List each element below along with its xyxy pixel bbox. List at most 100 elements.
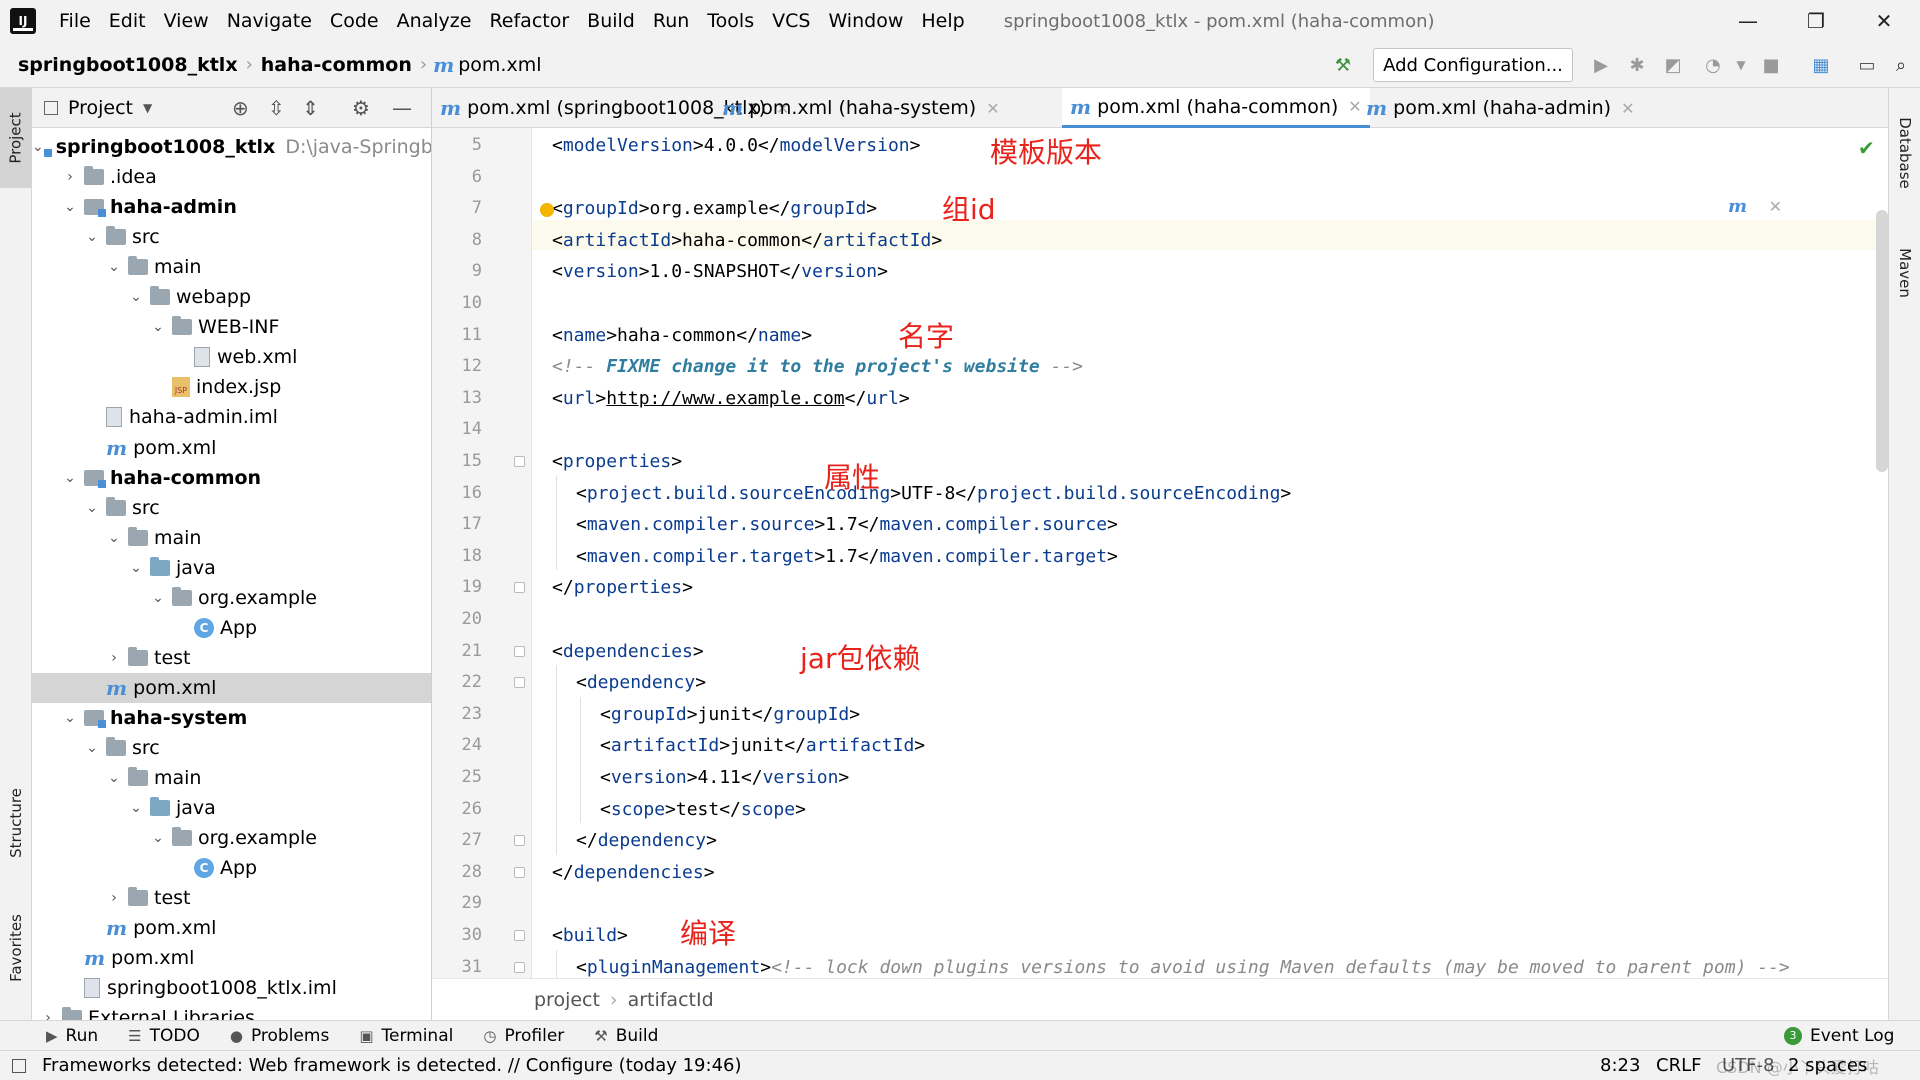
tree-item[interactable]: ⌄ src <box>32 222 431 252</box>
tree-item[interactable]: C App <box>32 613 431 643</box>
close-icon[interactable]: ✕ <box>1769 197 1782 216</box>
maven-tool-tab[interactable]: Maven <box>1889 228 1920 318</box>
chevron-down-icon[interactable]: ⌄ <box>106 259 122 275</box>
tab-pom-common[interactable]: m pom.xml (haha-common) ✕ <box>1062 88 1370 128</box>
add-configuration-button[interactable]: Add Configuration... <box>1373 48 1573 82</box>
run-icon[interactable]: ▶ <box>1588 52 1614 78</box>
fold-marker-icon[interactable] <box>514 866 525 878</box>
chevron-down-icon[interactable]: ⌄ <box>84 500 100 516</box>
menu-analyze[interactable]: Analyze <box>388 0 481 42</box>
chevron-down-icon[interactable]: ⌄ <box>62 470 78 486</box>
structure-tool-tab[interactable]: Structure <box>0 768 32 878</box>
problems-tool-button[interactable]: ● Problems <box>230 1026 329 1046</box>
menu-edit[interactable]: Edit <box>100 0 155 42</box>
chevron-down-icon[interactable]: ⌄ <box>62 199 78 215</box>
menu-vcs[interactable]: VCS <box>763 0 819 42</box>
menu-code[interactable]: Code <box>321 0 388 42</box>
fold-marker-icon[interactable] <box>514 582 525 594</box>
chevron-down-icon[interactable]: ▼ <box>143 101 152 115</box>
project-tool-tab[interactable]: Project <box>0 88 32 188</box>
menu-run[interactable]: Run <box>644 0 698 42</box>
menu-view[interactable]: View <box>155 0 218 42</box>
tree-item[interactable]: ⌄ webapp <box>32 282 431 312</box>
gear-icon[interactable]: ⚙ <box>352 96 370 120</box>
crumb-project-tag[interactable]: project <box>534 989 600 1011</box>
fold-marker-icon[interactable] <box>514 930 525 941</box>
fold-marker-icon[interactable] <box>514 961 525 973</box>
close-window-icon[interactable]: ✕ <box>1852 0 1916 42</box>
chevron-right-icon[interactable]: › <box>40 1010 56 1020</box>
tree-item[interactable]: ⌄ java <box>32 793 431 823</box>
run-tool-button[interactable]: ▶ Run <box>46 1026 98 1046</box>
locate-icon[interactable]: ⊕ <box>232 96 249 120</box>
menu-build[interactable]: Build <box>578 0 644 42</box>
breadcrumb-project[interactable]: springboot1008_ktlx <box>12 54 244 76</box>
chevron-right-icon[interactable]: › <box>106 650 122 666</box>
tree-item[interactable]: m pom.xml <box>32 433 431 463</box>
tree-item[interactable]: ⌄ java <box>32 553 431 583</box>
tree-item[interactable]: ⌄ main <box>32 523 431 553</box>
chevron-right-icon[interactable]: › <box>106 890 122 906</box>
build-tool-button[interactable]: ⚒ Build <box>594 1026 658 1046</box>
database-tool-tab[interactable]: Database <box>1889 98 1920 208</box>
tree-item[interactable]: m pom.xml <box>32 672 431 703</box>
chevron-down-icon[interactable]: ⌄ <box>150 830 166 846</box>
chevron-down-icon[interactable]: ⌄ <box>128 289 144 305</box>
tree-item[interactable]: ⌄ WEB-INF <box>32 312 431 342</box>
search-icon[interactable]: ⌕ <box>1888 52 1914 78</box>
close-icon[interactable]: ✕ <box>1621 99 1634 118</box>
caret-position[interactable]: 8:23 <box>1600 1055 1640 1076</box>
chevron-down-icon[interactable]: ⌄ <box>150 590 166 606</box>
project-view-selector[interactable]: Project <box>68 97 133 119</box>
todo-tool-button[interactable]: ☰ TODO <box>128 1026 200 1046</box>
breadcrumb-file[interactable]: pom.xml <box>458 54 541 76</box>
expand-all-icon[interactable]: ⇳ <box>268 96 285 120</box>
hide-panel-icon[interactable]: — <box>392 96 412 120</box>
terminal-tool-button[interactable]: ▣ Terminal <box>359 1026 453 1046</box>
menu-file[interactable]: File <box>50 0 100 42</box>
menu-tools[interactable]: Tools <box>698 0 763 42</box>
chevron-down-icon[interactable]: ⌄ <box>32 139 44 155</box>
layout-icon[interactable]: ▭ <box>1854 52 1880 78</box>
status-toggle-icon[interactable] <box>12 1058 26 1073</box>
profiler-tool-button[interactable]: ◷ Profiler <box>483 1026 564 1046</box>
tree-item[interactable]: › External Libraries <box>32 1003 431 1020</box>
tree-item[interactable]: haha-admin.iml <box>32 402 431 432</box>
minimize-icon[interactable]: — <box>1716 0 1780 42</box>
tree-item[interactable]: C App <box>32 853 431 883</box>
maven-reload-icon[interactable]: m <box>1728 196 1747 217</box>
tab-pom-admin[interactable]: m pom.xml (haha-admin) ✕ <box>1358 88 1642 128</box>
run-dropdown-icon[interactable]: ▼ <box>1728 52 1754 78</box>
restore-icon[interactable]: ❐ <box>1784 0 1848 42</box>
debug-icon[interactable]: ✱ <box>1624 52 1650 78</box>
fold-marker-icon[interactable] <box>514 677 525 689</box>
profile-icon[interactable]: ◔ <box>1700 52 1726 78</box>
close-icon[interactable]: ✕ <box>986 99 999 118</box>
menu-help[interactable]: Help <box>912 0 973 42</box>
fold-marker-icon[interactable] <box>514 645 525 657</box>
fold-marker-icon[interactable] <box>514 456 525 467</box>
line-separator[interactable]: CRLF <box>1656 1055 1701 1076</box>
chevron-down-icon[interactable]: ⌄ <box>84 229 100 245</box>
tree-item[interactable]: ⌄ springboot1008_ktlx D:\java-Springb <box>32 132 431 162</box>
stop-icon[interactable]: ■ <box>1758 52 1784 78</box>
tree-item[interactable]: ⌄ src <box>32 493 431 523</box>
tree-item[interactable]: ⌄ haha-common <box>32 463 431 493</box>
build-hammer-icon[interactable]: ⚒ <box>1330 52 1356 78</box>
chevron-down-icon[interactable]: ⌄ <box>150 319 166 335</box>
menu-refactor[interactable]: Refactor <box>480 0 578 42</box>
fold-marker-icon[interactable] <box>514 835 525 847</box>
tree-item[interactable]: springboot1008_ktlx.iml <box>32 973 431 1003</box>
tree-item[interactable]: ⌄ org.example <box>32 823 431 853</box>
favorites-tool-tab[interactable]: Favorites <box>0 898 32 998</box>
breadcrumb-module[interactable]: haha-common <box>255 54 418 76</box>
menu-window[interactable]: Window <box>819 0 912 42</box>
tree-item[interactable]: ⌄ main <box>32 252 431 282</box>
chevron-right-icon[interactable]: › <box>62 169 78 185</box>
tree-item[interactable]: › test <box>32 643 431 673</box>
code-editor[interactable]: 5 6 7 8 9 10 11 12 13 14 15 16 17 18 19 20 21 22 23 24 25 26 2… <box>432 128 1888 978</box>
tree-item[interactable]: ⌄ haha-system <box>32 703 431 733</box>
intention-bulb-icon[interactable] <box>540 203 554 217</box>
chevron-down-icon[interactable]: ⌄ <box>106 530 122 546</box>
tree-item[interactable]: ⌄ org.example <box>32 583 431 613</box>
